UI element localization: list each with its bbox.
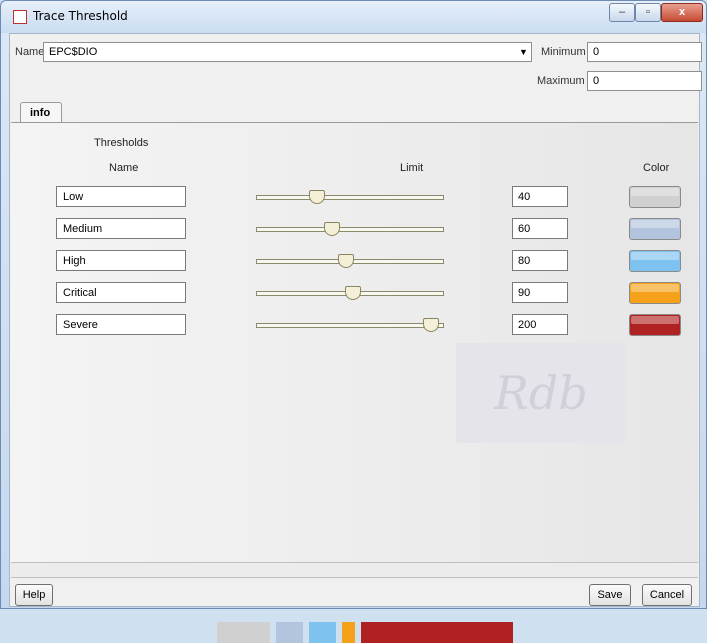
threshold-name-field[interactable]: Critical <box>56 282 186 303</box>
slider-track <box>256 227 444 232</box>
slider-thumb[interactable] <box>309 190 326 204</box>
threshold-limit-field[interactable]: 200 <box>512 314 568 335</box>
slider-thumb[interactable] <box>344 286 361 300</box>
minimize-button[interactable]: – <box>609 3 635 22</box>
threshold-name-field[interactable]: Medium <box>56 218 186 239</box>
title-bar[interactable]: Trace Threshold – ▫ x <box>1 1 706 33</box>
threshold-color-button[interactable] <box>629 186 681 208</box>
trace-threshold-window: Trace Threshold – ▫ x Name EPC$DIO ▼ Min… <box>0 0 707 643</box>
color-scale-segment <box>309 622 336 643</box>
threshold-name-field[interactable]: Low <box>56 186 186 207</box>
threshold-color-button[interactable] <box>629 314 681 336</box>
help-button[interactable]: Help <box>15 584 53 606</box>
rdb-watermark: Rdb <box>456 343 626 443</box>
window-title: Trace Threshold <box>33 9 128 23</box>
threshold-limit-slider[interactable] <box>251 315 449 335</box>
tab-info[interactable]: info <box>20 102 62 123</box>
color-column-header: Color <box>643 162 670 174</box>
limit-column-header: Limit <box>400 162 424 174</box>
threshold-name-field[interactable]: High <box>56 250 186 271</box>
maximum-field[interactable]: 0 <box>587 71 702 91</box>
close-button[interactable]: x <box>661 3 703 22</box>
color-scale-segment <box>276 622 303 643</box>
threshold-color-button[interactable] <box>629 250 681 272</box>
dialog-content: Name EPC$DIO ▼ Minimum 0 Maximum 0 info … <box>9 33 702 643</box>
chevron-down-icon[interactable]: ▼ <box>516 42 532 62</box>
threshold-color-button[interactable] <box>629 282 681 304</box>
slider-thumb[interactable] <box>323 222 340 236</box>
color-scale-segment <box>361 622 513 643</box>
save-button[interactable]: Save <box>589 584 631 606</box>
name-combobox[interactable]: EPC$DIO <box>43 42 518 62</box>
status-bar <box>11 562 698 578</box>
threshold-limit-slider[interactable] <box>251 219 449 239</box>
maximize-button[interactable]: ▫ <box>635 3 661 22</box>
threshold-limit-slider[interactable] <box>251 283 449 303</box>
slider-track <box>256 195 444 200</box>
threshold-limit-field[interactable]: 90 <box>512 282 568 303</box>
slider-track <box>256 323 444 328</box>
color-scale-segment <box>217 622 270 643</box>
thresholds-title: Thresholds <box>94 137 149 149</box>
threshold-color-button[interactable] <box>629 218 681 240</box>
cancel-button[interactable]: Cancel <box>642 584 692 606</box>
minimum-field[interactable]: 0 <box>587 42 702 62</box>
threshold-limit-slider[interactable] <box>251 251 449 271</box>
threshold-limit-field[interactable]: 80 <box>512 250 568 271</box>
maximum-label: Maximum <box>537 75 585 87</box>
name-label: Name <box>15 46 45 58</box>
threshold-name-field[interactable]: Severe <box>56 314 186 335</box>
threshold-limit-field[interactable]: 60 <box>512 218 568 239</box>
threshold-limit-field[interactable]: 40 <box>512 186 568 207</box>
slider-thumb[interactable] <box>423 318 439 332</box>
slider-thumb[interactable] <box>337 254 354 268</box>
color-scale-segment <box>342 622 355 643</box>
app-icon <box>13 10 27 24</box>
name-column-header: Name <box>109 162 139 174</box>
minimum-label: Minimum <box>541 46 586 58</box>
info-panel: Rdb Thresholds Name Limit Color Low 40 Med… <box>11 122 698 643</box>
threshold-limit-slider[interactable] <box>251 187 449 207</box>
